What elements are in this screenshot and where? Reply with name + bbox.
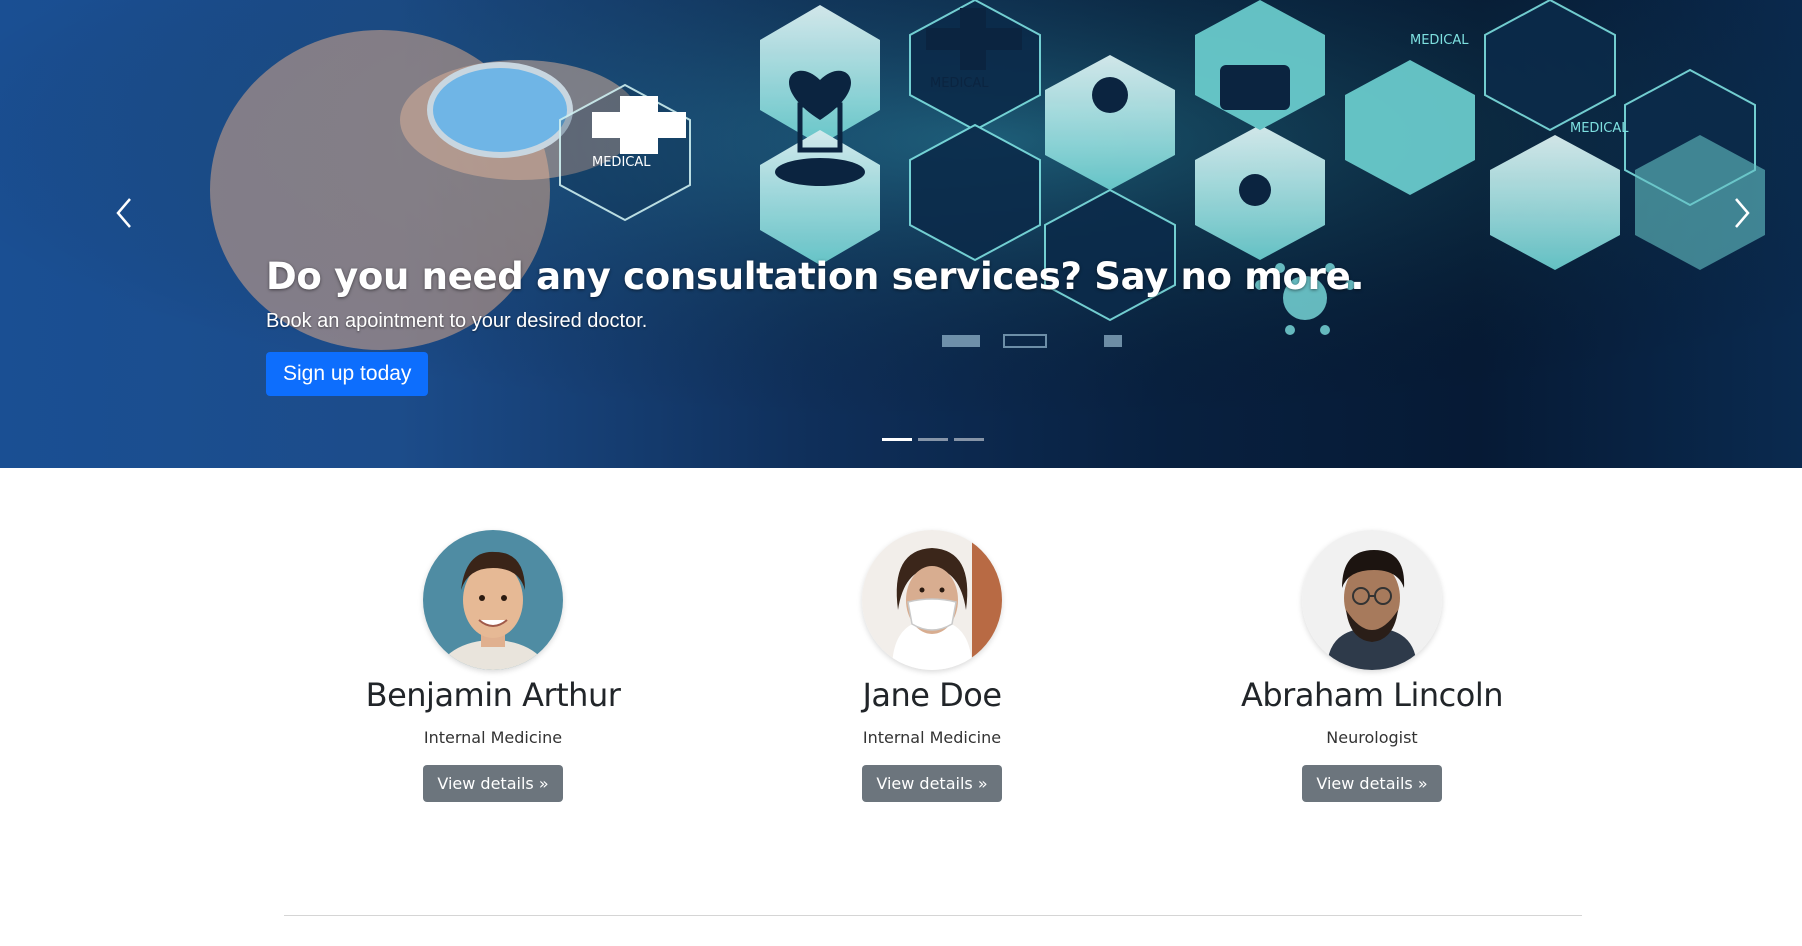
carousel-indicator-3[interactable]: [954, 438, 984, 441]
hero-caption: Do you need any consultation services? S…: [266, 255, 1364, 396]
svg-text:MEDICAL: MEDICAL: [592, 155, 651, 170]
chevron-right-icon: [1735, 197, 1750, 228]
carousel-next-button[interactable]: [1722, 190, 1762, 235]
svg-text:MEDICAL: MEDICAL: [1570, 121, 1629, 136]
doctor-specialty: Internal Medicine: [862, 728, 1002, 747]
hero-subtitle: Book an apointment to your desired docto…: [266, 310, 648, 332]
doctor-card: Benjamin Arthur Internal Medicine View d…: [343, 530, 643, 802]
section-divider: [284, 915, 1582, 916]
carousel-indicator-2[interactable]: [918, 438, 948, 441]
hero-background-image: MEDICAL MEDICAL MEDICAL MEDICAL: [0, 0, 1802, 468]
doctor-avatar: [423, 530, 563, 670]
view-details-button[interactable]: View details »: [1302, 765, 1442, 802]
view-details-button[interactable]: View details »: [862, 765, 1002, 802]
doctor-name: Abraham Lincoln: [1240, 676, 1504, 714]
hero-carousel: MEDICAL MEDICAL MEDICAL MEDICAL Do you n…: [0, 0, 1802, 468]
chevron-left-icon: [116, 197, 131, 228]
doctor-name: Benjamin Arthur: [365, 676, 621, 714]
doctors-section: Benjamin Arthur Internal Medicine View d…: [0, 530, 1802, 802]
doctor-specialty: Neurologist: [1326, 728, 1418, 747]
doctor-photo: [1302, 530, 1442, 670]
hero-title: Do you need any consultation services? S…: [266, 255, 1365, 298]
doctor-name: Jane Doe: [862, 676, 1002, 714]
view-details-button[interactable]: View details »: [423, 765, 563, 802]
svg-text:MEDICAL: MEDICAL: [1410, 33, 1469, 48]
sign-up-button[interactable]: Sign up today: [266, 352, 429, 396]
carousel-indicators: [882, 438, 984, 441]
doctor-card: Jane Doe Internal Medicine View details …: [782, 530, 1082, 802]
carousel-prev-button[interactable]: [104, 190, 144, 235]
doctor-avatar: [862, 530, 1002, 670]
doctor-avatar: [1302, 530, 1442, 670]
doctor-photo: [862, 530, 1002, 670]
doctor-specialty: Internal Medicine: [423, 728, 563, 747]
doctor-photo: [423, 530, 563, 670]
carousel-indicator-1[interactable]: [882, 438, 912, 441]
svg-text:MEDICAL: MEDICAL: [930, 76, 989, 91]
doctor-card: Abraham Lincoln Neurologist View details…: [1222, 530, 1522, 802]
